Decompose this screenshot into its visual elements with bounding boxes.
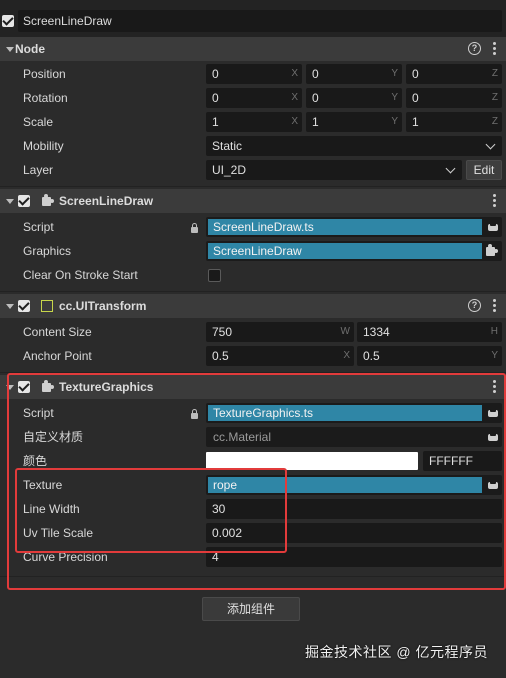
add-component-button[interactable]: 添加组件 xyxy=(202,597,300,621)
more-menu-icon[interactable] xyxy=(493,42,496,56)
graphics-ref-field[interactable]: ScreenLineDraw xyxy=(206,241,502,261)
chevron-down-icon xyxy=(445,163,456,174)
watermark-text: 掘金技术社区 @ 亿元程序员 xyxy=(305,644,488,660)
lock-icon xyxy=(191,223,198,233)
layer-label: Layer xyxy=(23,163,54,177)
node-section-title: Node xyxy=(15,42,45,56)
graphics-label: Graphics xyxy=(23,244,72,258)
screenlinedraw-section-title: ScreenLineDraw xyxy=(59,194,154,208)
rotation-label: Rotation xyxy=(23,91,68,105)
collapse-arrow-icon[interactable] xyxy=(6,47,14,52)
mobility-label: Mobility xyxy=(23,139,64,153)
divider xyxy=(0,186,506,187)
node-section-header[interactable]: Node ? xyxy=(0,37,506,61)
position-z-input[interactable]: 0Z xyxy=(406,64,502,84)
position-y-input[interactable]: 0Y xyxy=(306,64,402,84)
help-icon[interactable]: ? xyxy=(468,299,481,312)
transform-icon xyxy=(41,300,53,312)
annotation-box-inner xyxy=(15,468,287,553)
layer-select[interactable]: UI_2D xyxy=(206,160,462,180)
uitransform-section-header[interactable]: cc.UITransform ? xyxy=(0,294,506,318)
chevron-down-icon xyxy=(485,139,496,150)
divider xyxy=(0,291,506,292)
script-asset-field[interactable]: ScreenLineDraw.ts xyxy=(206,217,502,237)
scale-z-input[interactable]: 1Z xyxy=(406,112,502,132)
more-menu-icon[interactable] xyxy=(493,194,496,208)
node-active-checkbox[interactable] xyxy=(2,15,14,27)
node-header-bar: ScreenLineDraw xyxy=(0,0,506,38)
clear-on-stroke-label: Clear On Stroke Start xyxy=(23,268,138,282)
rotation-x-input[interactable]: 0X xyxy=(206,88,302,108)
rotation-y-input[interactable]: 0Y xyxy=(306,88,402,108)
layer-edit-button[interactable]: Edit xyxy=(466,160,502,180)
anchor-x-input[interactable]: 0.5 X xyxy=(206,346,354,366)
anchor-y-input[interactable]: 0.5 Y xyxy=(357,346,502,366)
script-component-icon xyxy=(42,194,54,206)
asset-browse-icon[interactable] xyxy=(488,223,498,231)
content-size-w-input[interactable]: 750 W xyxy=(206,322,354,342)
uitransform-section-title: cc.UITransform xyxy=(59,299,147,313)
help-icon[interactable]: ? xyxy=(468,42,481,55)
node-name-field[interactable]: ScreenLineDraw xyxy=(18,10,502,32)
scale-y-input[interactable]: 1Y xyxy=(306,112,402,132)
mobility-select[interactable]: Static xyxy=(206,136,502,156)
position-label: Position xyxy=(23,67,66,81)
component-ref-icon[interactable] xyxy=(486,244,498,256)
clear-on-stroke-checkbox[interactable] xyxy=(208,269,221,282)
component-enabled-checkbox[interactable] xyxy=(18,300,30,312)
collapse-arrow-icon[interactable] xyxy=(6,304,14,309)
collapse-arrow-icon[interactable] xyxy=(6,199,14,204)
component-enabled-checkbox[interactable] xyxy=(18,195,30,207)
rotation-z-input[interactable]: 0Z xyxy=(406,88,502,108)
screenlinedraw-section-header[interactable]: ScreenLineDraw xyxy=(0,189,506,213)
scale-x-input[interactable]: 1X xyxy=(206,112,302,132)
content-size-h-input[interactable]: 1334 H xyxy=(357,322,502,342)
content-size-label: Content Size xyxy=(23,325,92,339)
anchor-point-label: Anchor Point xyxy=(23,349,92,363)
script-label: Script xyxy=(23,220,54,234)
scale-label: Scale xyxy=(23,115,54,129)
position-x-input[interactable]: 0X xyxy=(206,64,302,84)
more-menu-icon[interactable] xyxy=(493,299,496,313)
